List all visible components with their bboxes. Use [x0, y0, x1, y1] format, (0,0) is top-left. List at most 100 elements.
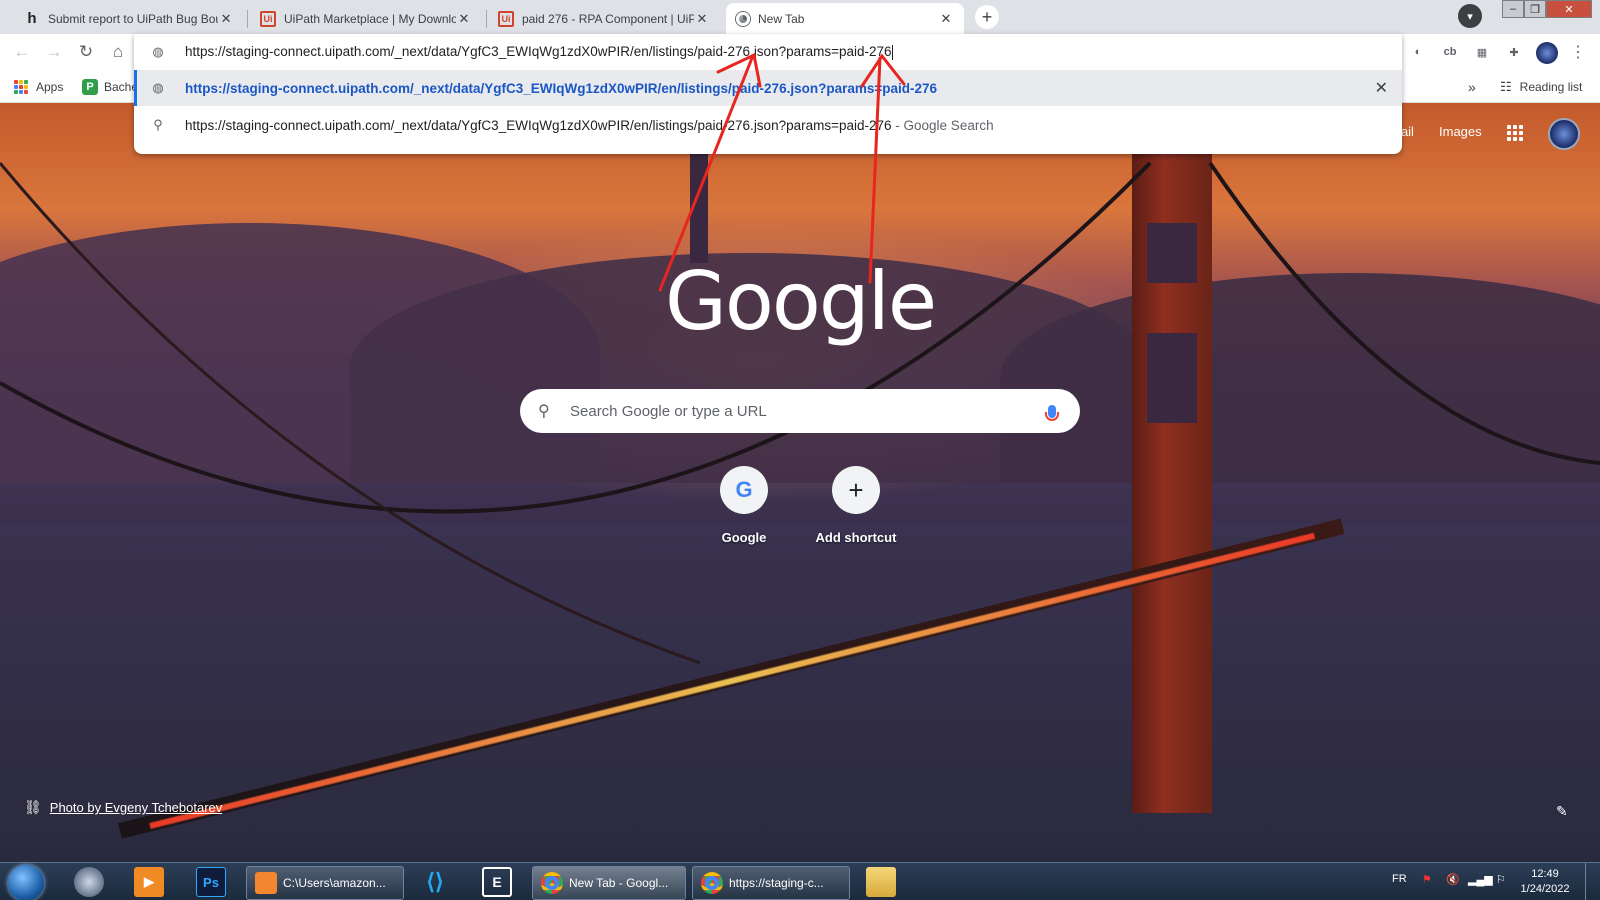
search-icon: ⚲: [538, 403, 550, 420]
tab-title: New Tab: [758, 11, 805, 26]
text-cursor: [891, 44, 893, 60]
hackerone-icon: h: [27, 10, 37, 27]
file-explorer-folder-icon[interactable]: [866, 867, 896, 897]
taskbar-chrome-newtab[interactable]: New Tab - Googl...: [532, 866, 686, 900]
taskbar-task-label: New Tab - Googl...: [569, 876, 669, 890]
google-apps-grid-icon[interactable]: [1507, 125, 1523, 141]
volume-muted-icon[interactable]: 🔇: [1446, 873, 1460, 886]
reading-list-icon: ☷: [1500, 79, 1512, 94]
vscode-icon[interactable]: ⟨⟩: [420, 867, 450, 897]
minimize-button[interactable]: ‒: [1502, 0, 1524, 18]
omnibox-suggestion-search[interactable]: ⚲ https://staging-connect.uipath.com/_ne…: [134, 107, 1402, 143]
show-desktop-button[interactable]: [1585, 863, 1600, 900]
omnibox-input[interactable]: https://staging-connect.uipath.com/_next…: [185, 44, 893, 60]
home-icon[interactable]: ⌂: [106, 40, 130, 64]
system-clock[interactable]: 12:49 1/24/2022: [1515, 867, 1575, 897]
tab-paid-276[interactable]: Ui paid 276 - RPA Component | UiPa ✕: [488, 3, 720, 34]
bookmark-apps[interactable]: Apps: [14, 77, 63, 97]
photoshop-icon[interactable]: Ps: [196, 867, 226, 897]
shortcut-label: Google: [721, 530, 767, 545]
language-indicator[interactable]: FR: [1392, 873, 1407, 885]
close-tab-icon[interactable]: ✕: [218, 11, 234, 27]
bookmark-item[interactable]: P Bache: [82, 77, 138, 97]
uipath-icon: Ui: [260, 10, 276, 27]
remove-suggestion-close-icon[interactable]: ✕: [1375, 78, 1388, 98]
images-link[interactable]: Images: [1439, 124, 1482, 139]
search-icon: ⚲: [153, 117, 163, 132]
omnibox-input-row[interactable]: ◍ https://staging-connect.uipath.com/_ne…: [134, 34, 1402, 70]
start-button-windows-icon[interactable]: [8, 865, 44, 900]
restore-button[interactable]: ❐: [1524, 0, 1546, 18]
security-alert-icon[interactable]: ⚑: [1422, 873, 1432, 886]
suggestion-query: https://staging-connect.uipath.com/_next…: [185, 117, 892, 133]
apps-grid-icon: [14, 80, 28, 94]
globe-icon: ◍: [152, 80, 164, 95]
more-bookmarks-chevron-icon[interactable]: »: [1468, 77, 1476, 97]
taskbar-sublime-window[interactable]: C:\Users\amazon...: [246, 866, 404, 900]
tab-new-tab[interactable]: New Tab ✕: [726, 3, 964, 34]
account-avatar[interactable]: [1548, 118, 1580, 150]
extension-cb-icon[interactable]: cb: [1440, 42, 1460, 62]
chrome-newtab-icon: [736, 11, 750, 26]
reading-list-label: Reading list: [1519, 80, 1583, 94]
back-arrow-icon[interactable]: ←: [10, 40, 34, 64]
taskbar-chrome-staging[interactable]: https://staging-c...: [692, 866, 850, 900]
suggestion-description: - Google Search: [891, 117, 994, 133]
clock-date: 1/24/2022: [1520, 883, 1570, 895]
taskbar-task-label: https://staging-c...: [729, 876, 824, 890]
close-window-button[interactable]: ✕: [1546, 0, 1592, 18]
bookmark-favicon-icon: P: [82, 79, 98, 95]
microphone-icon[interactable]: [1045, 404, 1059, 421]
uipath-icon: Ui: [498, 10, 514, 27]
tab-separator: [247, 10, 248, 28]
close-tab-icon[interactable]: ✕: [694, 11, 710, 27]
omnibox-suggestion-url[interactable]: ◍ https://staging-connect.uipath.com/_ne…: [134, 70, 1402, 106]
windows-taskbar: ▶ Ps C:\Users\amazon... ⟨⟩ E New Tab - G…: [0, 862, 1600, 900]
bookmark-label: Bache: [104, 80, 139, 94]
sublime-text-icon: [255, 872, 277, 894]
tab-search-chevron-icon[interactable]: ▾: [1458, 4, 1482, 28]
close-tab-icon[interactable]: ✕: [456, 11, 472, 27]
tab-marketplace-downloads[interactable]: Ui UiPath Marketplace | My Downlo ✕: [250, 3, 482, 34]
extension-qr-icon[interactable]: ▦: [1472, 42, 1492, 62]
tab-separator: [486, 10, 487, 28]
shortcut-add[interactable]: + Add shortcut: [800, 466, 912, 545]
omnibox[interactable]: ◍ https://staging-connect.uipath.com/_ne…: [134, 34, 1402, 154]
profile-avatar[interactable]: [1536, 42, 1558, 64]
link-icon: ⛓: [24, 799, 42, 815]
menu-kebab-icon[interactable]: ⋮: [1568, 42, 1588, 62]
editor-e-icon[interactable]: E: [482, 867, 512, 897]
photo-credit[interactable]: ⛓ Photo by Evgeny Tchebotarev: [24, 799, 222, 816]
network-signal-icon[interactable]: ▂▄▆: [1468, 873, 1493, 886]
forward-arrow-icon[interactable]: →: [42, 40, 66, 64]
new-tab-button[interactable]: +: [975, 5, 999, 29]
plus-icon: +: [832, 466, 880, 514]
new-tab-page: Gmail Images Google ⚲ G Google + Add sho…: [0, 103, 1600, 862]
close-tab-icon[interactable]: ✕: [938, 11, 954, 27]
ntp-search-box[interactable]: ⚲: [520, 389, 1080, 433]
globe-icon: ◍: [152, 44, 164, 59]
tab-title: UiPath Marketplace | My Downlo: [284, 11, 456, 26]
chrome-icon: [701, 872, 723, 894]
google-g-icon: G: [720, 466, 768, 514]
tab-title: paid 276 - RPA Component | UiPa: [522, 11, 694, 26]
ntp-search-input[interactable]: [570, 402, 1000, 420]
clock-time: 12:49: [1531, 868, 1559, 880]
chrome-icon: [541, 872, 563, 894]
suggestion-text: https://staging-connect.uipath.com/_next…: [185, 80, 938, 96]
shortcut-label: Add shortcut: [815, 530, 897, 545]
google-logo: Google: [664, 255, 937, 348]
reload-icon[interactable]: ↻: [74, 40, 98, 64]
photo-credit-link[interactable]: Photo by Evgeny Tchebotarev: [50, 800, 223, 815]
shortcut-google[interactable]: G Google: [688, 466, 800, 545]
tab-bug-bounty[interactable]: h Submit report to UiPath Bug Bou ✕: [14, 3, 244, 34]
customize-pencil-icon[interactable]: ✎: [1556, 803, 1568, 820]
extension-icon[interactable]: ◐: [1408, 42, 1428, 62]
extensions-puzzle-icon[interactable]: ✚: [1504, 42, 1524, 62]
bookmark-label: Apps: [36, 80, 64, 94]
media-player-icon[interactable]: ▶: [134, 867, 164, 897]
cinema4d-icon[interactable]: [74, 867, 104, 897]
action-center-flag-icon[interactable]: ⚐: [1496, 873, 1506, 886]
reading-list-button[interactable]: ☷ Reading list: [1500, 77, 1582, 97]
tab-strip: h Submit report to UiPath Bug Bou ✕ Ui U…: [0, 0, 1600, 34]
